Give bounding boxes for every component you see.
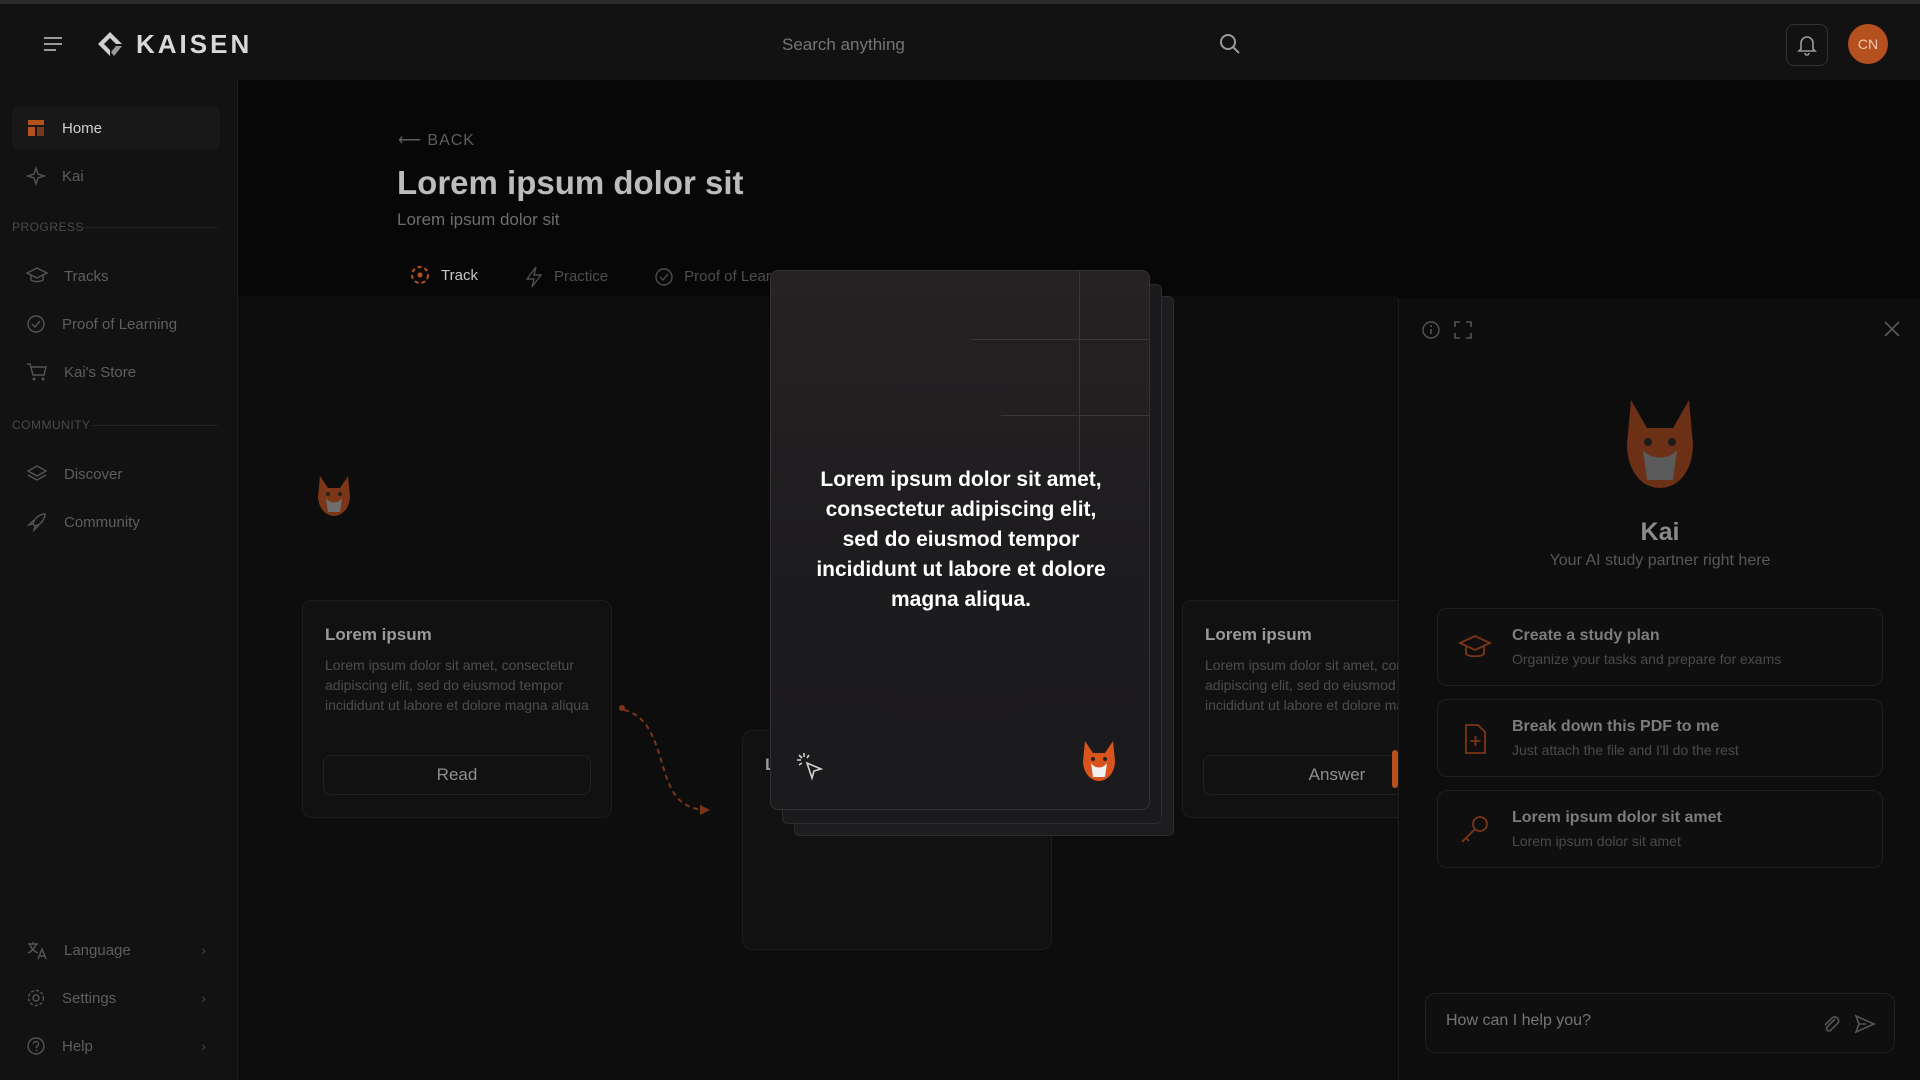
read-button[interactable]: Read [323,755,591,795]
search-input[interactable] [782,28,1242,62]
progress-section-label: PROGRESS [12,220,85,234]
tab-label: Track [441,266,478,284]
grid-line [1001,415,1149,416]
graduation-cap-icon [26,267,48,283]
home-icon [28,120,44,136]
tab-label: Practice [553,268,609,285]
page-subtitle: Lorem ipsum dolor sit [397,210,560,229]
sidebar-item-home[interactable]: Home [12,106,220,150]
chat-input[interactable] [1446,1012,1806,1030]
sidebar-item-label: Proof of Learning [62,315,178,333]
assistant-tagline: Your AI study partner right here [1549,552,1771,569]
track-step-card: Lorem ipsum Lorem ipsum dolor sit amet, … [302,600,612,818]
lorem-action-button[interactable]: Lorem ipsum dolor sit amet Lorem ipsum d… [1437,790,1883,868]
arrow-left-icon: ⟵ [398,132,428,149]
card-title: Lorem ipsum [325,625,432,644]
bell-icon [1797,36,1817,56]
help-icon [27,1037,45,1055]
dashed-path-arrow [619,705,710,815]
sparkle-icon [26,166,46,186]
sidebar-item-label: Help [62,1037,93,1055]
action-title: Create a study plan [1512,627,1660,644]
brand-name: KAISEN [136,28,253,59]
sidebar: Home Kai PROGRESS Tracks Proof of Learni… [0,80,238,1080]
send-icon[interactable] [1854,1013,1876,1035]
break-down-pdf-button[interactable]: Break down this PDF to me Just attach th… [1437,699,1883,777]
sidebar-item-settings[interactable]: Settings › [12,976,220,1020]
check-circle-icon [27,315,45,333]
cart-icon [27,363,47,381]
kai-fox-avatar [1627,400,1693,488]
chevron-right-icon: › [201,1038,206,1054]
track-icon [411,266,429,284]
translate-icon [27,942,47,960]
action-title: Break down this PDF to me [1512,718,1720,735]
sidebar-item-tracks[interactable]: Tracks [12,254,220,298]
divider [92,425,218,426]
search-icon[interactable] [1218,32,1242,61]
paperclip-icon[interactable] [1820,1013,1842,1035]
card-description: Lorem ipsum dolor sit amet, consectetur … [325,657,589,713]
sidebar-item-label: Kai's Store [64,363,137,381]
gear-icon [27,989,45,1007]
click-cursor-icon[interactable] [795,751,825,781]
action-title: Lorem ipsum dolor sit amet [1512,809,1722,826]
sidebar-item-label: Discover [64,465,123,483]
hamburger-menu-icon[interactable] [40,32,66,56]
check-circle-icon [655,267,673,286]
info-icon[interactable] [1421,320,1441,340]
rocket-icon [26,513,46,533]
bolt-icon [525,266,543,287]
fox-mascot-icon [318,476,350,516]
grid-line [1079,271,1080,481]
flashcard-modal[interactable]: Lorem ipsum dolor sit amet, consectetur … [770,270,1150,810]
sidebar-item-language[interactable]: Language › [12,928,220,972]
back-label: BACK [427,132,475,149]
sidebar-item-kais-store[interactable]: Kai's Store [12,350,220,394]
sidebar-item-help[interactable]: Help › [12,1024,220,1068]
sidebar-item-label: Community [64,513,140,531]
page-title: Lorem ipsum dolor sit [397,164,744,201]
sidebar-item-discover[interactable]: Discover [12,452,220,496]
notifications-button[interactable] [1786,24,1828,66]
action-subtitle: Just attach the file and I'll do the res… [1512,742,1739,758]
action-subtitle: Lorem ipsum dolor sit amet [1512,833,1681,849]
flashcard-text: Lorem ipsum dolor sit amet, consectetur … [816,468,1106,611]
kai-assistant-panel: Kai Your AI study partner right here Cre… [1398,298,1920,1080]
kaisen-logo-icon [98,32,122,56]
chevron-right-icon: › [201,990,206,1006]
graduation-cap-icon [1458,635,1492,658]
sidebar-item-kai[interactable]: Kai [12,154,220,198]
sidebar-item-label: Kai [62,167,84,185]
layers-icon [26,465,48,481]
chat-box [1425,993,1895,1053]
top-bar: KAISEN CN [0,0,1920,80]
back-link[interactable]: ⟵ BACK [398,130,475,150]
divider [76,227,218,228]
assistant-name: Kai [1640,518,1680,546]
sidebar-item-proof-of-learning[interactable]: Proof of Learning [12,302,220,346]
search-bar [782,28,1242,62]
sidebar-item-label: Tracks [64,267,109,285]
fox-mascot-icon [1083,741,1115,781]
user-avatar[interactable]: CN [1848,24,1888,64]
create-study-plan-button[interactable]: Create a study plan Organize your tasks … [1437,608,1883,686]
sidebar-item-label: Settings [62,989,117,1007]
expand-icon[interactable] [1453,320,1473,340]
file-plus-icon [1465,724,1486,754]
sidebar-item-label: Language [64,941,131,959]
close-icon[interactable] [1883,320,1901,338]
sidebar-item-community[interactable]: Community [12,500,220,544]
key-icon [1461,816,1488,843]
chevron-right-icon: › [201,942,206,958]
sidebar-item-label: Home [62,119,103,137]
grid-line [971,339,1149,340]
community-section-label: COMMUNITY [12,418,91,432]
action-subtitle: Organize your tasks and prepare for exam… [1512,651,1782,667]
logo[interactable]: KAISEN [94,28,252,60]
